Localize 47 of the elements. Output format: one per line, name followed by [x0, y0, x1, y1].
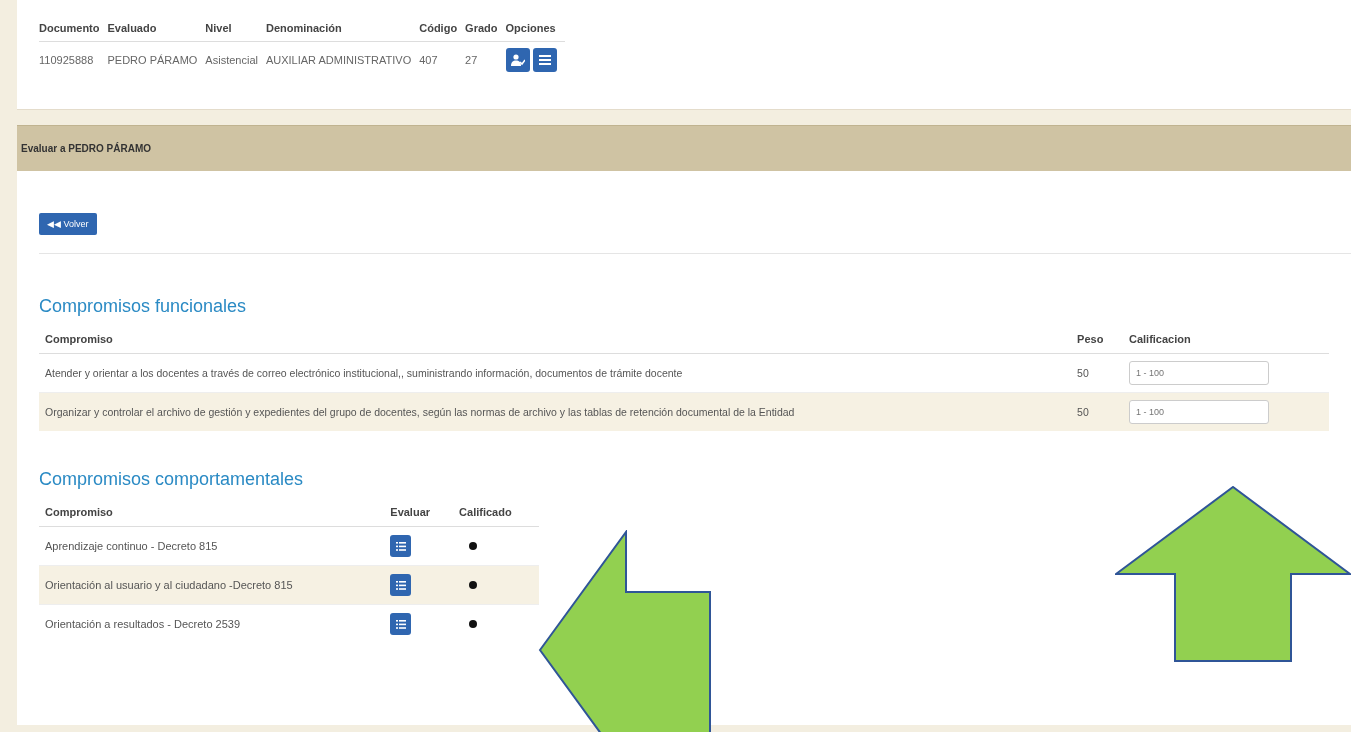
evaluate-button[interactable] — [390, 574, 412, 596]
column-header: Grado — [465, 12, 506, 42]
section-title: Compromisos comportamentales — [39, 469, 305, 490]
evaluate-button[interactable] — [390, 535, 412, 557]
list-icon — [538, 55, 551, 65]
column-header: Compromiso — [39, 498, 385, 527]
column-header: Documento — [39, 12, 108, 42]
status-dot — [469, 581, 478, 589]
user-button[interactable] — [505, 48, 530, 72]
section-title: Compromisos funcionales — [39, 296, 248, 317]
evaluate-button[interactable] — [390, 613, 412, 635]
table-cell: Orientación al usuario y al ciudadano -Decreto 815 — [39, 565, 385, 605]
column-header: Evaluar — [384, 498, 454, 527]
back-button[interactable]: ◀◀ Volver — [39, 213, 97, 235]
score-field[interactable]: 1 - 100 — [1128, 400, 1269, 424]
column-header: Código — [419, 12, 466, 42]
list-icon — [395, 619, 406, 629]
column-header: Opciones — [505, 12, 565, 42]
table-cell: AUXILIAR ADMINISTRATIVO — [265, 41, 420, 78]
left-arrow-icon — [538, 530, 713, 732]
table-cell: 27 — [465, 41, 506, 78]
status-dot — [469, 620, 478, 628]
table-cell: 50 — [1071, 392, 1123, 431]
table-cell: 50 — [1071, 353, 1123, 393]
table-cell: PEDRO PÁRAMO — [107, 41, 206, 78]
column-header: Compromiso — [39, 325, 1072, 354]
table-cell: Asistencial — [205, 41, 266, 78]
table-cell: Orientación a resultados - Decreto 2539 — [39, 604, 385, 643]
column-header: Nivel — [205, 12, 266, 42]
column-header: Calificacion — [1122, 325, 1329, 354]
status-dot — [469, 542, 478, 550]
up-arrow-icon — [1115, 486, 1351, 662]
table-cell: Atender y orientar a los docentes a través de correo electrónico institucional,, suministrando información, documentos de trámite docente — [39, 353, 1072, 393]
score-field[interactable]: 1 - 100 — [1128, 361, 1269, 385]
table-cell: 407 — [419, 41, 466, 78]
table-cell: 110925888 — [39, 41, 108, 78]
column-header: Denominación — [265, 12, 420, 42]
panel-header: Evaluar a PEDRO PÁRAMO — [17, 125, 1351, 171]
column-header: Evaluado — [107, 12, 206, 42]
column-header: Peso — [1071, 325, 1123, 354]
list-icon — [395, 541, 406, 551]
column-header: Calificado — [453, 498, 539, 527]
list-icon — [395, 580, 406, 590]
user-icon — [510, 54, 525, 66]
table-cell: Aprendizaje continuo - Decreto 815 — [39, 526, 385, 566]
list-button[interactable] — [532, 48, 557, 72]
table-cell: Organizar y controlar el archivo de gestión y expedientes del grupo de docentes, según las normas de archivo y las tablas de retención documental de la Entidad — [39, 392, 1072, 431]
